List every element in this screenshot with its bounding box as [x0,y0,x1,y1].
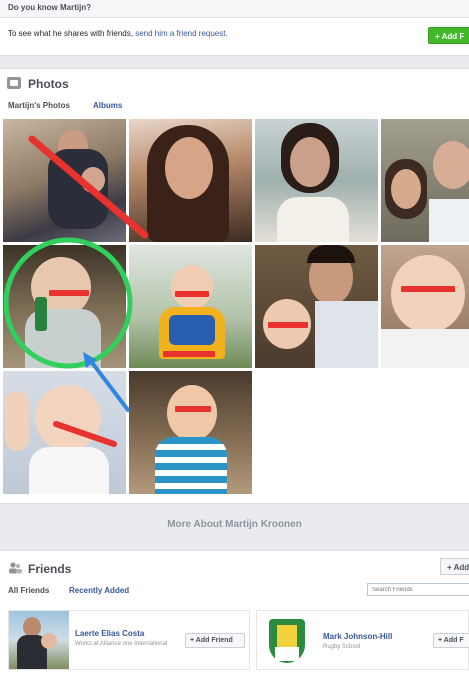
more-about-heading: More About Martijn Kroonen [167,519,302,530]
search-friends-input[interactable] [367,583,469,596]
friends-icon [9,562,22,574]
add-friend-button[interactable]: + Add F [433,633,469,648]
highlight-circle-annotation [3,237,133,369]
friend-subtitle: Works at Alliance one International [75,641,168,647]
arrow-annotation [88,358,130,412]
friend-name[interactable]: Mark Johnson-Hill [323,632,392,641]
add-friend-button[interactable]: + Add [440,558,469,575]
censor-bar [53,421,117,447]
friends-title: Friends [28,562,72,576]
friend-name[interactable]: Laerte Elias Costa [75,629,144,638]
strike-line-annotation [28,135,149,239]
tab-recently-added[interactable]: Recently Added [69,586,129,595]
friend-tile[interactable]: Mark Johnson-Hill Rugby School + Add F [256,610,469,670]
add-friend-button[interactable]: + Add Friend [185,633,245,648]
friend-tile[interactable]: Laerte Elias Costa Works at Alliance one… [8,610,250,670]
friend-photo[interactable] [9,611,69,669]
tab-all-friends[interactable]: All Friends [8,586,49,595]
friend-subtitle: Rugby School [323,644,361,650]
friend-photo[interactable] [257,611,317,669]
